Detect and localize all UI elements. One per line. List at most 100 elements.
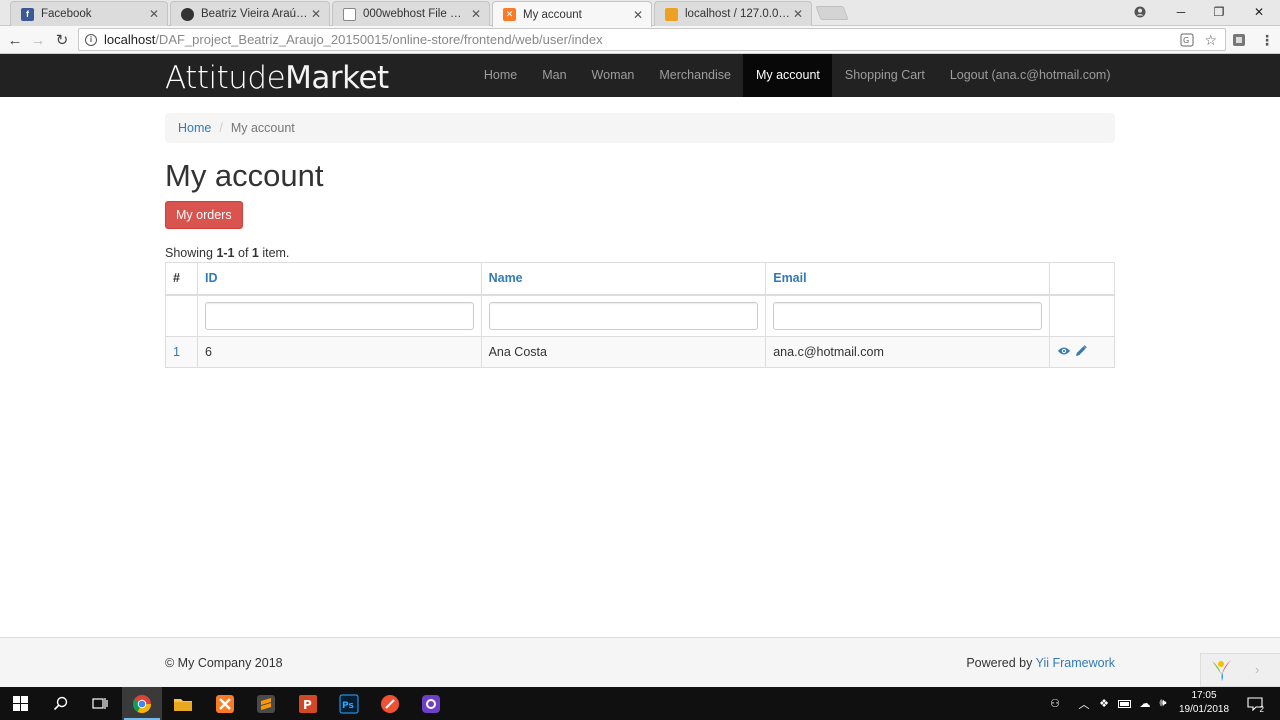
filter-cell-empty [1049,294,1115,337]
email-filter-input[interactable] [773,301,1042,330]
close-tab-icon[interactable]: ✕ [469,7,483,21]
nav-home[interactable]: Home [471,54,529,97]
filter-cell [480,294,767,337]
sublime-text-icon[interactable] [246,687,286,720]
notification-count: 2 [1259,705,1264,714]
page-title: My account [165,158,324,193]
battery-icon[interactable] [1116,687,1134,720]
tab-title: 000webhost File Manage [363,8,469,20]
github-desktop-icon[interactable] [411,687,451,720]
cell-email: ana.c@hotmail.com [765,336,1050,368]
xampp-taskbar-icon[interactable] [205,687,245,720]
clock-time: 17:05 [1191,690,1217,701]
grid-filter-row [165,294,1115,337]
browser-tab[interactable]: f Facebook ✕ [10,1,168,26]
address-bar[interactable]: i localhost/DAF_project_Beatriz_Araujo_2… [78,28,1226,51]
nav-my-account[interactable]: My account [743,54,833,97]
windows-start-icon[interactable] [0,687,40,720]
search-icon[interactable] [40,687,80,720]
powerpoint-icon[interactable]: P [288,687,328,720]
nav-logout[interactable]: Logout (ana.c@hotmail.com) [937,54,1123,97]
onedrive-icon[interactable]: ☁ [1136,687,1154,720]
close-tab-icon[interactable]: ✕ [309,7,323,21]
close-tab-icon[interactable]: ✕ [147,7,161,21]
nav-woman[interactable]: Woman [579,54,647,97]
chevron-right-icon[interactable]: › [1255,662,1259,677]
breadcrumb-current: My account [230,121,295,135]
close-tab-icon[interactable]: ✕ [631,8,645,22]
col-header-email: Email [765,262,1050,296]
browser-tab[interactable]: Beatriz Vieira Araújo - W ✕ [170,1,330,26]
yii-framework-link[interactable]: Yii Framework [1036,656,1115,670]
view-eye-icon[interactable] [1057,345,1071,359]
nav-menu: Home Man Woman Merchandise My account Sh… [471,54,1123,97]
browser-tab[interactable]: 000webhost File Manage ✕ [332,1,490,26]
taskbar-clock[interactable]: 17:05 19/01/2018 [1172,689,1236,717]
summary-suffix: item. [258,246,290,260]
yii-logo-icon [1209,658,1235,685]
yii-debug-toolbar[interactable]: › [1200,653,1280,687]
photoshop-icon[interactable]: Ps [329,687,369,720]
back-arrow-icon[interactable]: ← [4,29,26,51]
grid-header-row: # ID Name Email [165,262,1115,296]
reload-icon[interactable]: ↻ [51,29,73,51]
github-icon [181,7,194,21]
my-orders-button[interactable]: My orders [165,201,243,229]
translate-icon[interactable]: G [1180,33,1194,50]
forward-arrow-icon[interactable]: → [27,29,49,51]
restore-icon[interactable]: ❐ [1200,0,1238,24]
brand-part-2: Market [285,60,389,96]
notifications-icon[interactable]: 2 [1244,687,1266,720]
cell-id: 6 [196,336,482,368]
tab-title: localhost / 127.0.0.1 / on [685,8,791,20]
footer-copyright: © My Company 2018 [165,656,283,670]
brand-logo[interactable]: AttitudeMarket [165,60,389,96]
page-footer: © My Company 2018 Powered by Yii Framewo… [0,637,1280,687]
site-navbar: AttitudeMarket Home Man Woman Merchandis… [0,54,1280,97]
people-icon[interactable]: ⚇ [1044,687,1066,720]
breadcrumb-separator: / [219,121,223,135]
breadcrumb-home-link[interactable]: Home [178,121,211,135]
browser-tab-active[interactable]: ✕ My account ✕ [492,1,652,27]
svg-text:G: G [1183,36,1189,45]
svg-text:P: P [303,698,312,712]
sort-email-link[interactable]: Email [773,271,806,285]
browser-tab-strip: f Facebook ✕ Beatriz Vieira Araújo - W ✕… [0,0,1280,27]
sort-name-link[interactable]: Name [489,271,523,285]
chrome-taskbar-icon[interactable] [122,687,162,720]
extension-icon[interactable] [1230,31,1248,49]
browser-tab[interactable]: localhost / 127.0.0.1 / on ✕ [654,1,812,26]
summary-range: 1-1 [216,246,235,260]
chevron-up-icon[interactable]: ︿ [1076,687,1092,720]
row-number: 1 [165,336,198,368]
bookmark-star-icon[interactable]: ☆ [1204,33,1217,50]
sort-id-link[interactable]: ID [205,271,218,285]
col-header-index: # [165,262,198,296]
browser-toolbar: ← → ↻ i localhost/DAF_project_Beatriz_Ar… [0,26,1280,54]
cell-name: Ana Costa [480,336,767,368]
name-filter-input[interactable] [488,301,759,330]
info-icon[interactable]: i [85,33,97,46]
close-window-icon[interactable]: ✕ [1240,0,1278,24]
edit-pencil-icon[interactable] [1075,344,1087,360]
xampp-icon: ✕ [503,8,516,21]
task-view-icon[interactable] [80,687,120,720]
nav-merchandise[interactable]: Merchandise [647,54,744,97]
col-header-name: Name [480,262,767,296]
file-explorer-icon[interactable] [163,687,203,720]
menu-dots-icon[interactable]: ⋮ [1258,31,1276,49]
nav-shopping-cart[interactable]: Shopping Cart [832,54,937,97]
summary-total: 1 [251,246,259,260]
volume-icon[interactable]: 🕪 [1155,687,1171,720]
nav-man[interactable]: Man [530,54,579,97]
table-row: 1 6 Ana Costa ana.c@hotmail.com [165,336,1115,368]
filter-cell [196,294,482,337]
profile-icon[interactable] [1130,2,1150,22]
new-tab-button[interactable] [815,6,849,20]
dropbox-icon[interactable]: ❖ [1096,687,1112,720]
git-client-icon[interactable] [370,687,410,720]
summary-of: of [234,246,252,260]
minimize-icon[interactable]: ─ [1162,0,1200,24]
id-filter-input[interactable] [204,301,474,330]
close-tab-icon[interactable]: ✕ [791,7,805,21]
